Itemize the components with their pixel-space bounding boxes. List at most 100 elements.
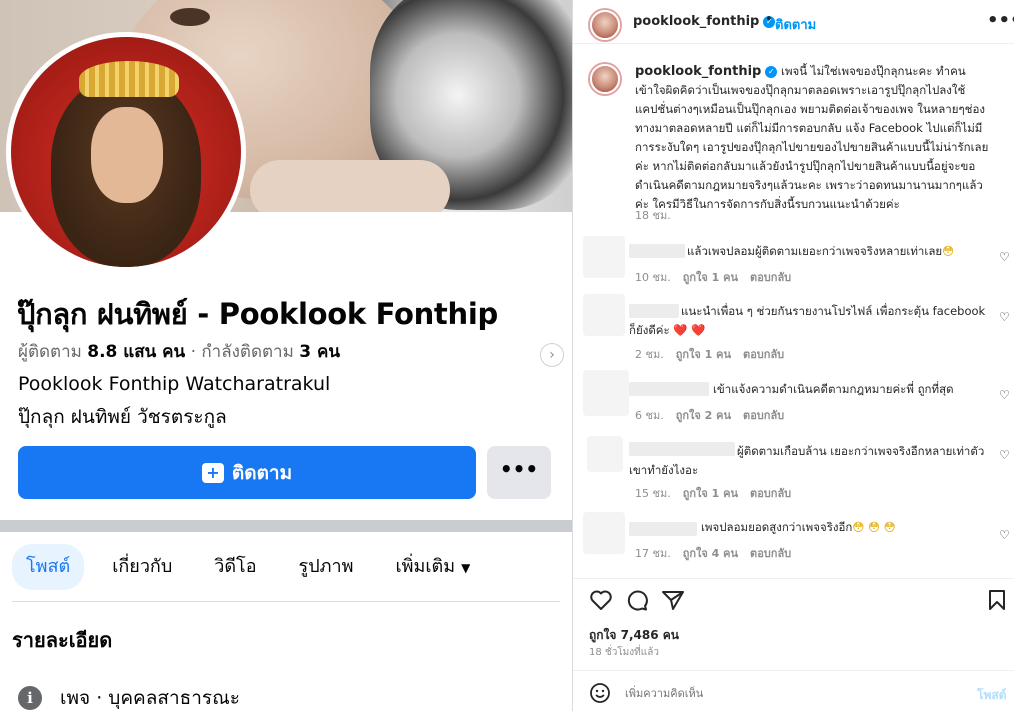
cover-eye-shape <box>170 8 210 26</box>
comment-reply-button[interactable]: ตอบกลับ <box>743 409 784 422</box>
header-dot-separator: • <box>765 12 773 27</box>
header-username[interactable]: pooklook_fonthip ✓ <box>633 14 776 29</box>
profile-picture-image <box>11 37 241 267</box>
comment-text: แล้วเพจปลอมผู้ติดตามเยอะกว่าเพจจริงหลายเ… <box>687 242 987 261</box>
comment-heart-icon[interactable]: ♡ <box>999 251 1011 263</box>
followers-count[interactable]: 8.8 แสน คน <box>87 342 185 362</box>
info-icon: i <box>18 686 42 710</box>
save-icon[interactable] <box>987 589 1007 611</box>
following-count[interactable]: 3 คน <box>299 342 340 362</box>
comment-likes[interactable]: ถูกใจ 4 คน <box>683 547 738 560</box>
comment-likes[interactable]: ถูกใจ 1 คน <box>683 271 738 284</box>
caption-body: เพจนี้ ไม่ใช่เพจของปุ๊กลุกนะคะ ทำคนเข้าใ… <box>635 64 989 211</box>
comment-body: แล้วเพจปลอมผู้ติดตามเยอะกว่าเพจจริงหลายเ… <box>687 244 943 258</box>
page-name-thai: ปุ๊กลุก ฝนทิพย์ วัชรตระกูล <box>18 406 227 428</box>
chevron-right-icon[interactable]: › <box>540 343 564 367</box>
page-name-english: Pooklook Fonthip Watcharatrakul <box>18 373 331 395</box>
page-type-text: เพจ · บุคคลสาธารณะ <box>60 687 240 709</box>
comment-heart-icon[interactable]: ♡ <box>999 389 1011 401</box>
comment-username-blurred[interactable] <box>629 244 685 258</box>
comment-body: เพจปลอมยอดสูงกว่าเพจจริงอีก <box>701 520 853 534</box>
comment-username-blurred[interactable] <box>629 382 709 396</box>
comment-heart-icon[interactable]: ♡ <box>999 311 1011 323</box>
comment-avatar-blurred[interactable] <box>583 294 625 336</box>
tab-posts[interactable]: โพสต์ <box>12 544 85 590</box>
comment-meta: 6 ชม. ถูกใจ 2 คน ตอบกลับ <box>635 406 796 424</box>
comment-box-divider <box>573 670 1014 671</box>
comment-heart-icon[interactable]: ♡ <box>999 449 1011 461</box>
profile-picture[interactable] <box>6 32 246 272</box>
tabs-divider <box>12 601 560 602</box>
share-icon[interactable] <box>661 589 685 611</box>
comment-reply-button[interactable]: ตอบกลับ <box>750 487 791 500</box>
post-comment-button[interactable]: โพสต์ <box>977 686 1006 705</box>
caption-username[interactable]: pooklook_fonthip <box>635 64 761 79</box>
emoji-icon[interactable] <box>589 682 611 704</box>
comment-avatar-blurred[interactable] <box>583 370 629 416</box>
follow-button[interactable]: + ติดตาม <box>18 446 476 499</box>
comment-likes[interactable]: ถูกใจ 2 คน <box>676 409 731 422</box>
instagram-post-panel: pooklook_fonthip✓ • ติดตาม ••• pooklook_… <box>572 0 1014 711</box>
comment-emoji: 😳 <box>942 244 955 258</box>
more-options-button[interactable]: ••• <box>487 446 551 499</box>
comment-avatar-blurred[interactable] <box>583 512 625 554</box>
comment-heart-icon[interactable]: ♡ <box>999 529 1011 541</box>
tab-about[interactable]: เกี่ยวกับ <box>98 544 186 590</box>
post-actions-bar <box>589 589 1009 613</box>
post-timestamp: 18 ชั่วโมงที่แล้ว <box>589 647 659 658</box>
facebook-page-panel: › ปุ๊กลุก ฝนทิพย์ - Pooklook Fonthip ผู้… <box>0 0 572 711</box>
caret-down-icon: ▼ <box>461 561 471 575</box>
page-tabs: โพสต์ เกี่ยวกับ วิดีโอ รูปภาพ เพิ่มเติม ▼ <box>12 543 498 591</box>
section-divider <box>0 520 572 532</box>
comment-text: แนะนำเพื่อน ๆ ช่วยกันรายงานโปรไฟล์ เพื่อ… <box>629 302 987 340</box>
comment-time: 17 ชม. <box>635 547 671 560</box>
comment-emoji: ❤️ ❤️ <box>673 323 706 337</box>
add-follow-icon: + <box>201 462 224 483</box>
comment-avatar-blurred[interactable] <box>583 236 625 278</box>
actions-divider <box>573 578 1014 579</box>
follow-button-label: ติดตาม <box>231 461 293 484</box>
tab-photos[interactable]: รูปภาพ <box>285 544 368 590</box>
following-label: กำลังติดตาม <box>201 342 294 362</box>
comment-text: เข้าแจ้งความดำเนินคดีตามกฎหมายค่ะพี่ ถูก… <box>713 382 954 396</box>
comment-likes[interactable]: ถูกใจ 1 คน <box>683 487 738 500</box>
comment-reply-button[interactable]: ตอบกลับ <box>743 348 784 361</box>
comment-avatar-blurred[interactable] <box>587 436 623 472</box>
avatar-face-shape <box>91 107 163 203</box>
comment-reply-button[interactable]: ตอบกลับ <box>750 547 791 560</box>
comment-time: 6 ชม. <box>635 409 664 422</box>
page-title: ปุ๊กลุก ฝนทิพย์ - Pooklook Fonthip <box>17 297 498 331</box>
comment-meta: 17 ชม. ถูกใจ 4 คน ตอบกลับ <box>635 544 803 562</box>
page-type-row: i เพจ · บุคคลสาธารณะ <box>18 683 240 711</box>
comment-time: 2 ชม. <box>635 348 664 361</box>
followers-label: ผู้ติดตาม <box>18 342 82 362</box>
comment-username-blurred[interactable] <box>629 522 697 536</box>
tab-videos[interactable]: วิดีโอ <box>200 544 270 590</box>
tab-more-label: เพิ่มเติม <box>395 556 456 577</box>
comment-icon[interactable] <box>625 589 649 611</box>
tab-more[interactable]: เพิ่มเติม ▼ <box>381 544 484 590</box>
caption-timestamp: 18 ชม. <box>635 209 671 222</box>
comment-text: เพจปลอมยอดสูงกว่าเพจจริงอีก😳 😳 😳 <box>701 518 991 537</box>
verified-badge-icon: ✓ <box>765 65 778 78</box>
likes-count[interactable]: ถูกใจ 7,486 คน <box>589 626 679 645</box>
follower-stats: ผู้ติดตาม 8.8 แสน คน · กำลังติดตาม 3 คน <box>18 338 340 365</box>
comment-text: ผู้ติดตามเกือบล้าน เยอะกว่าเพจจริงอีกหลา… <box>629 444 985 477</box>
more-options-icon[interactable]: ••• <box>987 10 1014 31</box>
comment-meta: 2 ชม. ถูกใจ 1 คน ตอบกลับ <box>635 345 796 363</box>
comment-emoji: 😳 😳 😳 <box>852 520 896 534</box>
caption-text-block: pooklook_fonthip ✓ เพจนี้ ไม่ใช่เพจของปุ๊… <box>635 62 993 214</box>
comment-reply-button[interactable]: ตอบกลับ <box>750 271 791 284</box>
comment-meta: 10 ชม. ถูกใจ 1 คน ตอบกลับ <box>635 268 803 286</box>
header-avatar[interactable] <box>590 10 620 40</box>
stats-separator: · <box>190 342 202 362</box>
heart-icon[interactable] <box>589 589 613 611</box>
caption-avatar[interactable] <box>590 64 620 94</box>
header-follow-button[interactable]: ติดตาม <box>775 14 816 35</box>
post-header: pooklook_fonthip✓ • ติดตาม ••• <box>573 0 1014 44</box>
comment-time: 15 ชม. <box>635 487 671 500</box>
comment-time: 10 ชม. <box>635 271 671 284</box>
cover-hand-shape <box>250 160 450 212</box>
comment-input[interactable] <box>625 684 955 702</box>
comment-likes[interactable]: ถูกใจ 1 คน <box>676 348 731 361</box>
